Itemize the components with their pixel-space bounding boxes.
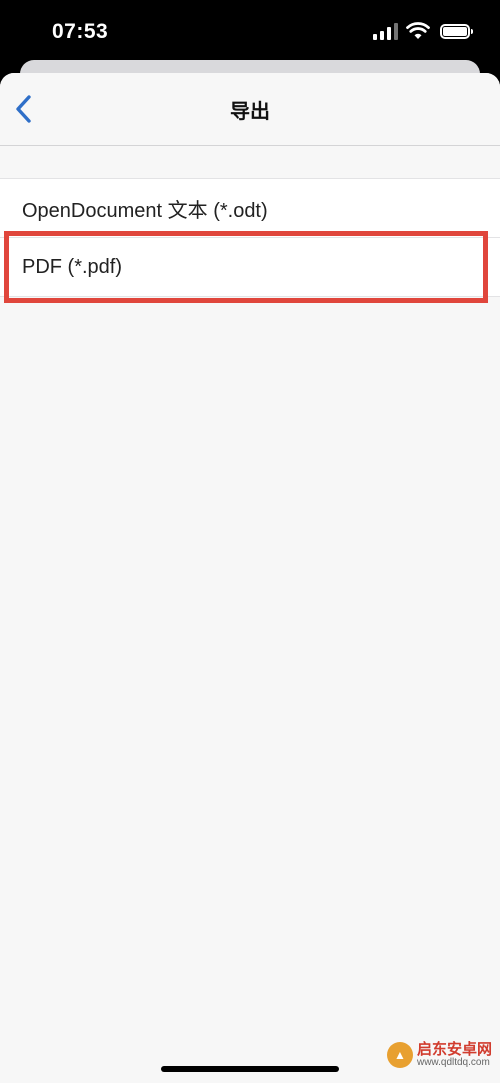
format-option-odt[interactable]: OpenDocument 文本 (*.odt) bbox=[0, 179, 500, 237]
watermark-name: 启东安卓网 bbox=[416, 1041, 492, 1058]
export-sheet: 导出 OpenDocument 文本 (*.odt) PDF (*.pdf) bbox=[0, 73, 500, 1083]
battery-icon bbox=[440, 23, 473, 39]
export-format-list: OpenDocument 文本 (*.odt) PDF (*.pdf) bbox=[0, 178, 500, 297]
page-title: 导出 bbox=[230, 101, 270, 123]
status-icons bbox=[373, 22, 473, 40]
format-option-label: OpenDocument 文本 (*.odt) bbox=[22, 199, 268, 222]
wifi-icon bbox=[406, 22, 430, 39]
battery-level bbox=[443, 26, 467, 36]
watermark: ▲ 启东安卓网 www.qdltdq.com bbox=[386, 1042, 492, 1069]
status-bar: 07:53 bbox=[0, 0, 500, 68]
status-time: 07:53 bbox=[52, 20, 109, 43]
phone-screen: 07:53 导出 OpenDocument 文本 (*.odt) PDF (*.… bbox=[0, 0, 500, 1083]
navigation-bar: 导出 bbox=[0, 73, 500, 146]
watermark-text: 启东安卓网 www.qdltdq.com bbox=[417, 1042, 492, 1068]
format-option-label: PDF (*.pdf) bbox=[22, 255, 123, 278]
format-option-pdf[interactable]: PDF (*.pdf) bbox=[0, 237, 500, 296]
watermark-logo-icon: ▲ bbox=[386, 1042, 413, 1069]
signal-icon bbox=[373, 22, 398, 40]
home-indicator[interactable] bbox=[161, 1066, 339, 1072]
watermark-url: www.qdltdq.com bbox=[416, 1056, 490, 1068]
